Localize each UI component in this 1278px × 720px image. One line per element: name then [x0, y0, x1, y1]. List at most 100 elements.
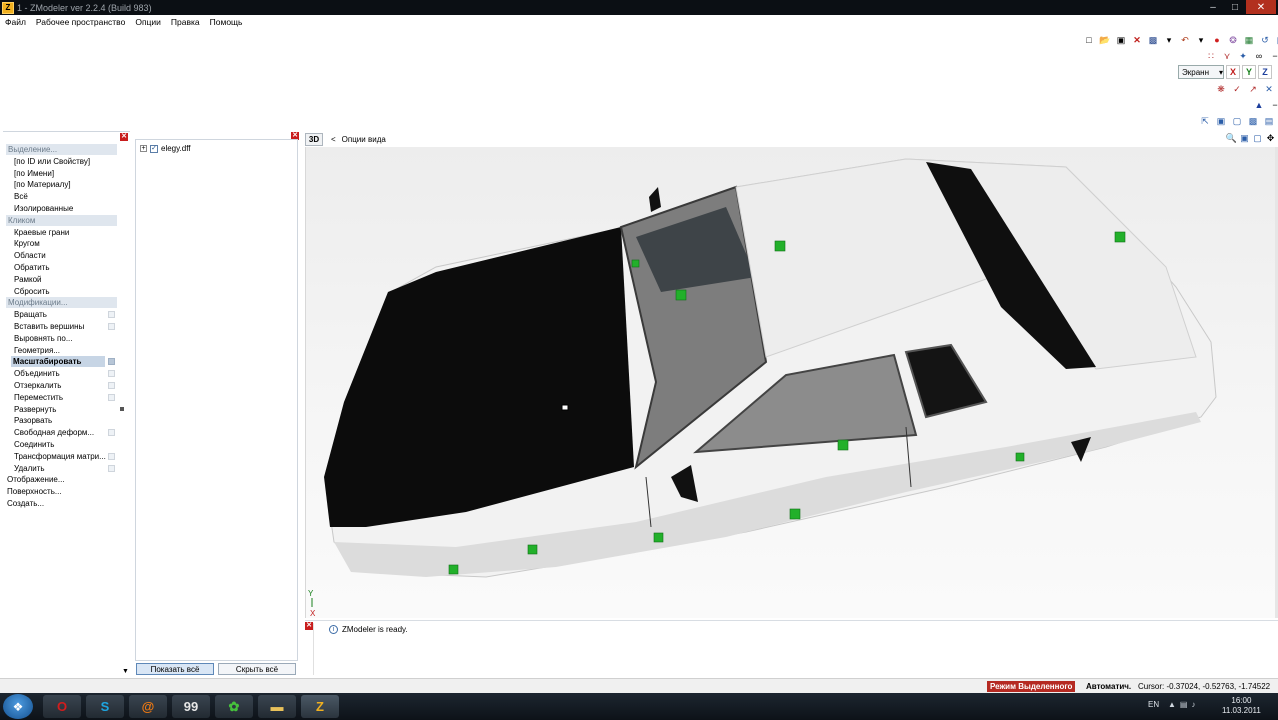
- close-button[interactable]: ✕: [1246, 0, 1276, 14]
- command-item[interactable]: Отзеркалить: [14, 380, 61, 391]
- options-box-icon[interactable]: [108, 358, 115, 366]
- options-box-icon[interactable]: [108, 393, 115, 401]
- paint-icon[interactable]: ❋: [1214, 82, 1228, 96]
- collapse-arrow-icon[interactable]: <: [331, 135, 336, 144]
- command-section-header[interactable]: Кликом: [6, 214, 117, 226]
- taskbar-app-button[interactable]: 99: [172, 695, 210, 718]
- menu-options[interactable]: Опции: [130, 17, 166, 27]
- command-item[interactable]: Объединить: [14, 368, 60, 379]
- dropdown-arrow-icon[interactable]: ▾: [1162, 33, 1176, 47]
- command-item[interactable]: Изолированные: [14, 203, 73, 214]
- options-box-icon[interactable]: [108, 464, 115, 472]
- volume-icon[interactable]: ♪: [1191, 700, 1195, 709]
- menu-file[interactable]: Файл: [0, 17, 31, 27]
- command-item[interactable]: Вставить вершины: [14, 321, 84, 332]
- command-item[interactable]: Рамкой: [14, 274, 42, 285]
- taskbar-app-button[interactable]: @: [129, 695, 167, 718]
- command-item[interactable]: Переместить: [14, 392, 63, 403]
- minimize-button[interactable]: –: [1202, 0, 1224, 14]
- zoom-region-icon[interactable]: ▢: [1252, 133, 1263, 144]
- command-item[interactable]: Сбросить: [14, 286, 50, 297]
- dropdown-arrow-icon[interactable]: ▾: [1194, 33, 1208, 47]
- command-section-header[interactable]: Модификации...: [6, 297, 117, 309]
- command-item[interactable]: Геометрия...: [14, 345, 60, 356]
- command-group[interactable]: Создать...: [7, 498, 44, 509]
- selection-mode-badge[interactable]: Режим Выделенного: [987, 681, 1076, 692]
- render-icon[interactable]: ▦: [1242, 33, 1256, 47]
- command-item[interactable]: Выровнять по...: [14, 333, 73, 344]
- axis-z-toggle[interactable]: Z: [1258, 65, 1272, 79]
- command-item[interactable]: Всё: [14, 191, 28, 202]
- command-item[interactable]: Свободная деформ...: [14, 427, 94, 438]
- snap-vertex-icon[interactable]: ✓: [1230, 82, 1244, 96]
- select-view-icon[interactable]: ⇱: [1198, 114, 1212, 128]
- menu-workspace[interactable]: Рабочее пространство: [31, 17, 130, 27]
- hide-all-button[interactable]: Скрыть всё: [218, 663, 296, 675]
- menu-edit[interactable]: Правка: [166, 17, 205, 27]
- options-box-icon[interactable]: [108, 382, 115, 389]
- scroll-down-icon[interactable]: ▼: [122, 668, 129, 675]
- auto-mode-label[interactable]: Автоматич.: [1086, 682, 1131, 691]
- camera-view-icon[interactable]: ▩: [1246, 114, 1260, 128]
- command-item[interactable]: Удалить: [14, 463, 45, 474]
- docs-icon[interactable]: ▤: [1274, 33, 1278, 47]
- export-icon[interactable]: ▩: [1146, 33, 1160, 47]
- record-icon[interactable]: ●: [1210, 33, 1224, 47]
- viewport-mode-button[interactable]: 3D: [305, 132, 323, 146]
- options-icon[interactable]: ❂: [1226, 33, 1240, 47]
- command-item[interactable]: Разорвать: [14, 415, 52, 426]
- command-item[interactable]: Краевые грани: [14, 227, 69, 238]
- delete-icon[interactable]: ✕: [1130, 33, 1144, 47]
- 3d-viewport[interactable]: Y X: [305, 147, 1275, 618]
- options-box-icon[interactable]: [108, 311, 115, 319]
- taskbar-app-button[interactable]: ▬: [258, 695, 296, 718]
- options-box-icon[interactable]: [108, 429, 115, 437]
- close-panel-icon[interactable]: ✕: [120, 133, 128, 141]
- axis-x-toggle[interactable]: X: [1226, 65, 1240, 79]
- box-view-icon[interactable]: ▢: [1230, 114, 1244, 128]
- link-icon[interactable]: ∞: [1252, 49, 1266, 63]
- command-item[interactable]: [по Материалу]: [14, 179, 71, 190]
- pan-icon[interactable]: ✥: [1265, 133, 1276, 144]
- pivot-icon[interactable]: ✦: [1236, 49, 1250, 63]
- command-item[interactable]: Вращать: [14, 309, 47, 320]
- refresh-icon[interactable]: ↺: [1258, 33, 1272, 47]
- command-item[interactable]: Кругом: [14, 238, 40, 249]
- start-button[interactable]: ❖: [3, 694, 33, 719]
- node-link-icon[interactable]: ∷: [1204, 49, 1218, 63]
- arrow-up-icon[interactable]: ▲: [1252, 98, 1266, 112]
- command-item[interactable]: [по ID или Свойству]: [14, 156, 90, 167]
- command-item[interactable]: Трансформация матри...: [14, 451, 106, 462]
- options-box-icon[interactable]: [108, 452, 115, 460]
- menu-help[interactable]: Помощь: [205, 17, 248, 27]
- command-group[interactable]: Отображение...: [7, 474, 65, 485]
- tree-item[interactable]: + ✓ elegy.dff: [140, 144, 191, 153]
- tray-arrow-icon[interactable]: ▲: [1168, 700, 1176, 709]
- new-file-icon[interactable]: □: [1082, 33, 1096, 47]
- zoom-extents-icon[interactable]: ▣: [1239, 133, 1250, 144]
- options-box-icon[interactable]: [108, 323, 115, 330]
- coordinate-system-dropdown[interactable]: Экранн ▾: [1178, 65, 1224, 79]
- command-item[interactable]: Области: [14, 250, 46, 261]
- hierarchy-icon[interactable]: ⋎: [1220, 49, 1234, 63]
- close-panel-icon[interactable]: ✕: [305, 622, 313, 630]
- axis-z-icon[interactable]: −: [1268, 49, 1278, 63]
- clock[interactable]: 16:00 11.03.2011: [1222, 696, 1261, 716]
- language-indicator[interactable]: EN: [1148, 700, 1159, 709]
- open-file-icon[interactable]: 📂: [1098, 33, 1112, 47]
- axis-y-toggle[interactable]: Y: [1242, 65, 1256, 79]
- wire-view-icon[interactable]: ▤: [1262, 114, 1276, 128]
- cube-view-icon[interactable]: ▣: [1214, 114, 1228, 128]
- network-icon[interactable]: ▤: [1180, 700, 1188, 709]
- snap-edge-icon[interactable]: ↗: [1246, 82, 1260, 96]
- expand-icon[interactable]: +: [140, 145, 147, 152]
- command-item[interactable]: Обратить: [14, 262, 50, 273]
- zoom-icon[interactable]: 🔍: [1226, 133, 1237, 144]
- maximize-button[interactable]: □: [1224, 0, 1246, 14]
- save-icon[interactable]: ▣: [1114, 33, 1128, 47]
- taskbar-app-button[interactable]: ✿: [215, 695, 253, 718]
- command-item[interactable]: Развернуть: [14, 404, 56, 415]
- command-item[interactable]: Соединить: [14, 439, 54, 450]
- command-section-header[interactable]: Выделение...: [6, 144, 117, 155]
- command-item-selected[interactable]: Масштабировать: [11, 356, 105, 368]
